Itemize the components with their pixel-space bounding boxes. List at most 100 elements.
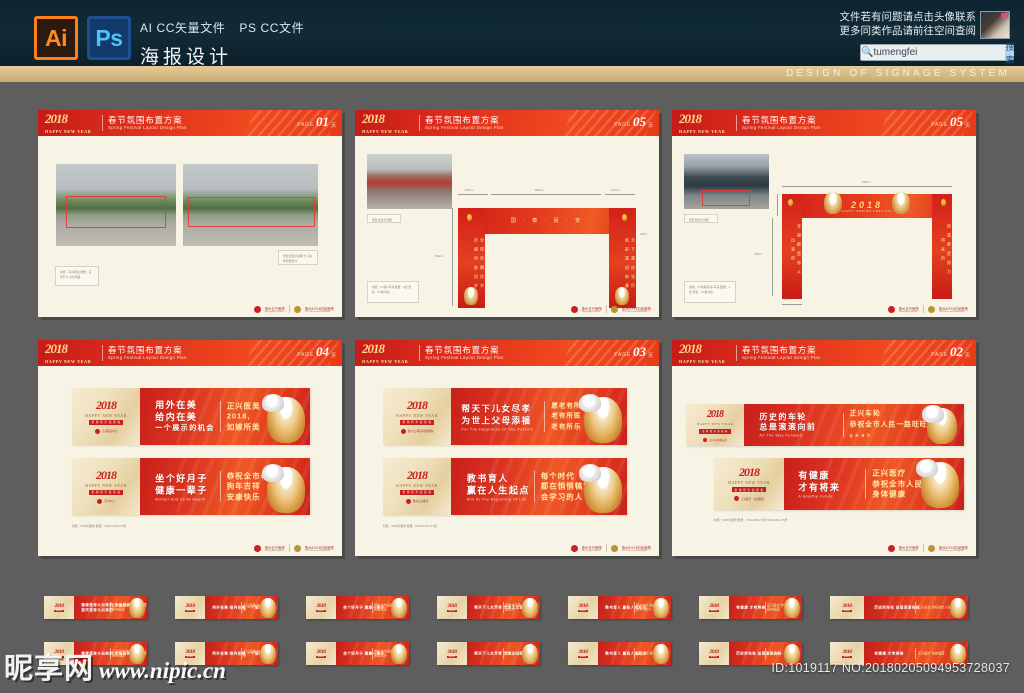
thumb-message: 教书育人 赢在人生起点 每个时代 都在悄悄犒赏 会学习的人 — [598, 596, 671, 619]
gate-arch-drawing: 国 · 泰 · 民 · 安 全 球 欢 腾 佳 节 庆 盛 世 辞 旧 岁 天 … — [458, 208, 636, 308]
thumbnail-item[interactable]: 2018 金狗贺岁 教书育人 赢在人生起点 每个时代 都在悄悄犒赏 — [568, 642, 671, 665]
thumbnail-item[interactable]: 2018 金狗贺岁 坐个好月子 健康一辈子 恭祝全市母婴 狗年吉祥 安康快乐 — [306, 596, 409, 619]
design-page-05[interactable]: 2018 HAPPY NEW YEAR 春节氛围布置方案 春节氛围布置方案 Sp… — [355, 340, 659, 556]
hospital2-logo-mark-icon — [293, 544, 301, 552]
thumb-message: 有健康 才有将来 正兴医疗 恭祝全市人民 身体健康 — [729, 596, 802, 619]
thumb-year: 2018 — [316, 649, 327, 656]
design-page-06[interactable]: 2018 HAPPY NEW YEAR 春节氛围布置方案 春节氛围布置方案 Sp… — [672, 340, 976, 556]
banner-main-text: 历史的车轮 总是滚滚向前 All The Way Forward — [759, 413, 816, 438]
couplet-left: 全 球 欢 腾 佳 节 庆 盛 世 辞 旧 岁 — [474, 238, 485, 290]
thumb-seal: 金狗贺岁 — [53, 609, 65, 612]
banner-right-sub: 金 狗 贺 岁 — [849, 433, 872, 438]
thumb-message: 用外在美 给内在美 一个展示的机会 正兴医美 2018, 如嫁所美 — [205, 596, 278, 619]
banner-main-en: For The Happiness Of The Parents — [461, 427, 534, 431]
panel-body: 材质：写真喷绘 数量：实景尺寸 点位平面 安装位置示意图 大门本体围挡部分 惠州… — [38, 136, 342, 317]
footer-separator — [288, 544, 290, 552]
banner-right-2: 恭祝全市人民 — [872, 478, 924, 488]
panel-title-en: Spring Festival Layout Design Plan — [742, 355, 821, 360]
thumbnail-item[interactable]: 2018 金狗贺岁 有健康 才有将来 正兴医疗 恭祝全市人民 身体健康 — [699, 596, 802, 619]
mascot-icon — [260, 598, 276, 618]
banner-design[interactable]: 2018 HAPPY NEW YEAR 金 狗 贺 岁 迎 新 春 正兴医美中心… — [72, 388, 310, 445]
thumb-divider — [240, 601, 242, 614]
page-number: 04 — [316, 344, 329, 359]
page-number: 05 — [950, 114, 963, 129]
design-page-03[interactable]: 2018 HAPPY NEW YEAR 春节氛围布置方案 春节氛围布置方案 Sp… — [672, 110, 976, 317]
header-text-group: AI CC矢量文件 PS CC文件 海报设计 — [140, 19, 314, 69]
footer-separator — [605, 544, 607, 552]
thumbnail-item[interactable]: 2018 金狗贺岁 教书育人 赢在人生起点 每个时代 都在悄悄犒赏 会学习的人 — [568, 596, 671, 619]
hospital2-logo-mark-icon — [927, 305, 935, 313]
brand-year: 2018 — [96, 467, 117, 482]
thumbnail-item[interactable]: 2018 金狗贺岁 帮天下儿女尽孝 为世上父母添福 愿老有所养 老有所医 — [437, 642, 540, 665]
hospital-logo-mark-icon — [887, 305, 895, 313]
footer-brand-left-en: Zhengxing Hospital — [581, 549, 601, 552]
footer-brand-right-en: JOY4 Accredited Hospital — [621, 310, 647, 313]
brand-happy: HAPPY NEW YEAR — [85, 482, 127, 488]
panel-footer-logos: 惠州正兴医院 Zhengxing Hospital 惠州JOY4妇幼医院 JOY… — [570, 305, 651, 313]
thumb-year: 2018 — [316, 603, 327, 610]
brand-happy: HAPPY NEW YEAR — [45, 359, 92, 364]
banner-divider — [865, 469, 866, 499]
search-box[interactable]: 🔍 搜索 — [860, 42, 1015, 65]
thumb-seal: 金狗贺岁 — [841, 655, 853, 658]
banner-divider — [533, 470, 535, 503]
design-page-04[interactable]: 2018 HAPPY NEW YEAR 春节氛围布置方案 春节氛围布置方案 Sp… — [38, 340, 342, 556]
thumbnail-item[interactable]: 2018 金狗贺岁 坐个好月子 健康一辈子 恭祝全市母婴 狗年吉祥 安康快乐 — [306, 642, 409, 665]
panel-header: 2018 HAPPY NEW YEAR 春节氛围布置方案 春节氛围布置方案 Sp… — [38, 110, 342, 136]
banner-design[interactable]: 2018 HAPPY NEW YEAR 金 狗 贺 岁 迎 新 春 惠州正兴医养… — [383, 388, 627, 445]
thumb-text-main: 历史的车轮 总是滚滚向前 — [874, 605, 920, 609]
page-label: PAGE — [931, 122, 948, 128]
lion-dog-mascot-icon — [922, 405, 958, 444]
banner-design[interactable]: 2018 HAPPY NEW YEAR 金 狗 贺 岁 迎 新 春 正兴车轮有限… — [686, 404, 964, 446]
brand-2018-logo: 2018 HAPPY NEW YEAR 春节氛围布置方案 — [45, 342, 99, 364]
banner-line-1: 历史的车轮 — [759, 412, 807, 422]
design-page-02[interactable]: 2018 HAPPY NEW YEAR 春节氛围布置方案 春节氛围布置方案 Sp… — [355, 110, 659, 317]
page-unit: 页 — [330, 353, 336, 359]
thumb-message: 坐个好月子 健康一辈子 恭祝全市母婴 狗年吉祥 安康快乐 — [336, 596, 409, 619]
brand-mark-icon — [703, 437, 708, 442]
header-divider — [736, 345, 737, 361]
search-button[interactable]: 搜索 — [1005, 42, 1015, 65]
panel-body: 2018 HAPPY NEW YEAR 金 狗 贺 岁 迎 新 春 惠州正兴医养… — [355, 366, 659, 556]
banner-line-2: 才有将来 — [798, 482, 841, 493]
brand-mark-icon — [405, 498, 411, 504]
thumb-divider — [633, 647, 635, 660]
banner-design[interactable]: 2018 HAPPY NEW YEAR 金 狗 贺 岁 迎 新 春 正兴医疗 ·… — [714, 458, 964, 510]
panel-header: 2018 HAPPY NEW YEAR 春节氛围布置方案 春节氛围布置方案 Sp… — [355, 110, 659, 136]
file-type-ai: AI CC矢量文件 — [140, 21, 226, 35]
panel-body: 2018 HAPPY NEW YEAR 金 狗 贺 岁 迎 新 春 正兴医美中心… — [38, 366, 342, 556]
page-label: PAGE — [297, 352, 314, 358]
search-input[interactable] — [873, 47, 1006, 58]
thumb-seal: 金狗贺岁 — [184, 609, 196, 612]
thumbnail-item[interactable]: 2018 金狗贺岁 帮天下儿女尽孝 为世上父母添福 愿老有所养 老有所医 老有所… — [437, 596, 540, 619]
panel-footer-logos: 惠州正兴医院 Zhengxing Hospital 惠州JOY4妇幼医院 JOY… — [253, 305, 334, 313]
thumb-year: 2018 — [842, 649, 853, 656]
lantern-icon — [941, 199, 946, 206]
avatar[interactable] — [980, 11, 1010, 39]
thumb-message: 帮天下儿女尽孝 为世上父母添福 愿老有所养 老有所医 老有所乐 — [467, 596, 540, 619]
thumb-brand: 2018 金狗贺岁 — [437, 642, 467, 665]
thumb-brand: 2018 金狗贺岁 — [175, 596, 205, 619]
thumbnail-item[interactable]: 2018 金狗贺岁 健康是奋斗出来的 幸福是奋斗出来的 喜庆是奋斗出来的 正兴医… — [44, 596, 147, 619]
banner-message-block: 用外在美 给内在美 一个展示的机会 正兴医美 2018, 如嫁所美 — [140, 388, 310, 445]
banner-design[interactable]: 2018 HAPPY NEW YEAR 金 狗 贺 岁 迎 新 春 惠州正兴教育… — [383, 458, 627, 515]
notice-line-1: 文件若有问题请点击头像联系 — [839, 11, 977, 23]
thumbnail-item[interactable]: 2018 金狗贺岁 用外在美 给内在美 一个展示的机会 正兴医美 2018, 如… — [175, 596, 278, 619]
lion-dog-mascot-icon — [261, 394, 305, 443]
footer-brand-left-en: Zhengxing Hospital — [898, 549, 918, 552]
design-page-01[interactable]: 2018 HAPPY NEW YEAR 春节氛围布置方案 春节氛围布置方案 Sp… — [38, 110, 342, 317]
brand-happy: HAPPY NEW YEAR — [362, 129, 409, 134]
brand-happy: HAPPY NEW YEAR — [679, 359, 726, 364]
thumb-year: 2018 — [709, 649, 720, 656]
banner-right-3: 如嫁所美 — [226, 421, 261, 431]
panel-body: 安装位置示意图 100cm 600cm 100cm 364cm 国 · 泰 · … — [355, 136, 659, 317]
panel-header: 2018 HAPPY NEW YEAR 春节氛围布置方案 春节氛围布置方案 Sp… — [355, 340, 659, 366]
dim-text-right: 100cm — [611, 188, 620, 192]
banner-main-en: Win At The Beginning Of Life — [466, 497, 527, 501]
banner-design[interactable]: 2018 HAPPY NEW YEAR 金 狗 贺 岁 迎 新 春 月子中心 坐… — [72, 458, 310, 515]
banner-line-1: 帮天下儿女尽孝 — [461, 403, 532, 413]
brand-2018-logo: 2018 HAPPY NEW YEAR 春节氛围布置方案 — [362, 342, 416, 364]
hospital-logo-mark-icon — [253, 305, 261, 313]
crop-marker — [188, 197, 315, 227]
thumbnail-item[interactable]: 2018 金狗贺岁 历史的车轮 总是滚滚向前 正兴车轮 恭祝全市人民一路旺旺旺 — [830, 596, 968, 619]
